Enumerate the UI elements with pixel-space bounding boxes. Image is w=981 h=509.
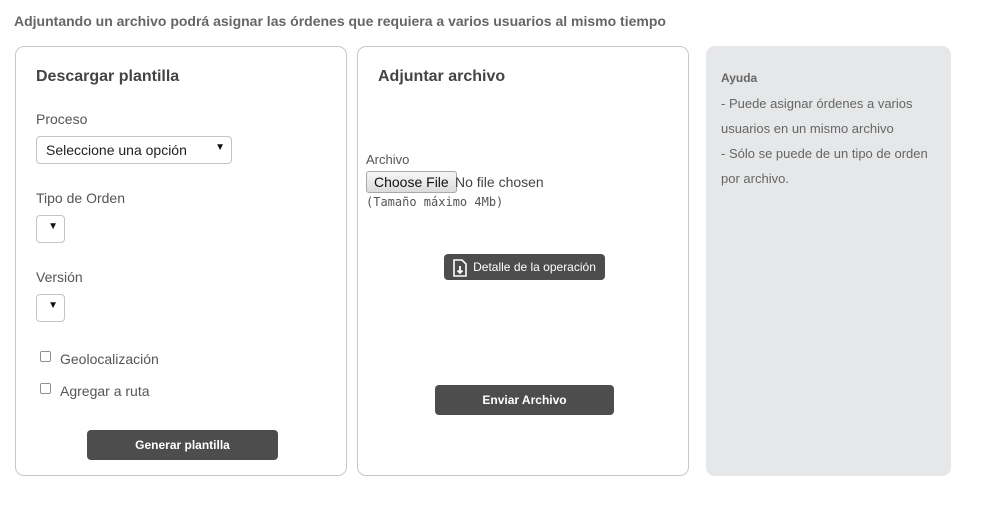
operation-detail-button[interactable]: Detalle de la operación xyxy=(444,254,605,280)
help-title: Ayuda xyxy=(721,71,758,85)
agregar-ruta-label: Agregar a ruta xyxy=(60,383,150,399)
tipo-orden-select[interactable]: ▼ xyxy=(36,215,65,243)
proceso-select[interactable]: Seleccione una opción ▼ xyxy=(36,136,232,164)
help-line: - Sólo se puede de un tipo de orden xyxy=(721,146,928,161)
upload-panel-title: Adjuntar archivo xyxy=(378,68,506,85)
send-file-button[interactable]: Enviar Archivo xyxy=(435,385,614,415)
chevron-down-icon: ▼ xyxy=(215,142,225,153)
proceso-label: Proceso xyxy=(36,111,88,127)
download-template-panel: Descargar plantilla Proceso Seleccione u… xyxy=(15,46,347,476)
choose-file-button[interactable]: Choose File xyxy=(366,171,457,193)
help-line: usuarios en un mismo archivo xyxy=(721,121,894,136)
proceso-select-value: Seleccione una opción xyxy=(46,142,187,158)
generate-template-button[interactable]: Generar plantilla xyxy=(87,430,278,460)
help-line: por archivo. xyxy=(721,171,789,186)
operation-detail-label: Detalle de la operación xyxy=(473,260,596,274)
geolocalizacion-label: Geolocalización xyxy=(60,351,159,367)
page-intro-text: Adjuntando un archivo podrá asignar las … xyxy=(14,13,666,29)
help-line: - Puede asignar órdenes a varios xyxy=(721,96,913,111)
download-panel-title: Descargar plantilla xyxy=(36,68,180,85)
geolocalizacion-checkbox[interactable] xyxy=(40,350,51,362)
document-download-icon xyxy=(453,259,467,277)
version-select[interactable]: ▼ xyxy=(36,294,65,322)
tipo-orden-label: Tipo de Orden xyxy=(36,190,125,206)
max-size-note: (Tamaño máximo 4Mb) xyxy=(366,195,504,209)
upload-file-panel: Adjuntar archivo Archivo Choose File No … xyxy=(357,46,689,476)
help-panel: Ayuda - Puede asignar órdenes a varios u… xyxy=(706,46,951,476)
agregar-ruta-option: Agregar a ruta xyxy=(40,382,150,400)
archivo-label: Archivo xyxy=(366,152,410,167)
version-label: Versión xyxy=(36,269,83,285)
chevron-down-icon: ▼ xyxy=(48,300,58,311)
agregar-ruta-checkbox[interactable] xyxy=(40,382,51,394)
geolocalizacion-option: Geolocalización xyxy=(40,350,159,368)
chevron-down-icon: ▼ xyxy=(48,221,58,232)
file-status-text: No file chosen xyxy=(455,174,544,190)
